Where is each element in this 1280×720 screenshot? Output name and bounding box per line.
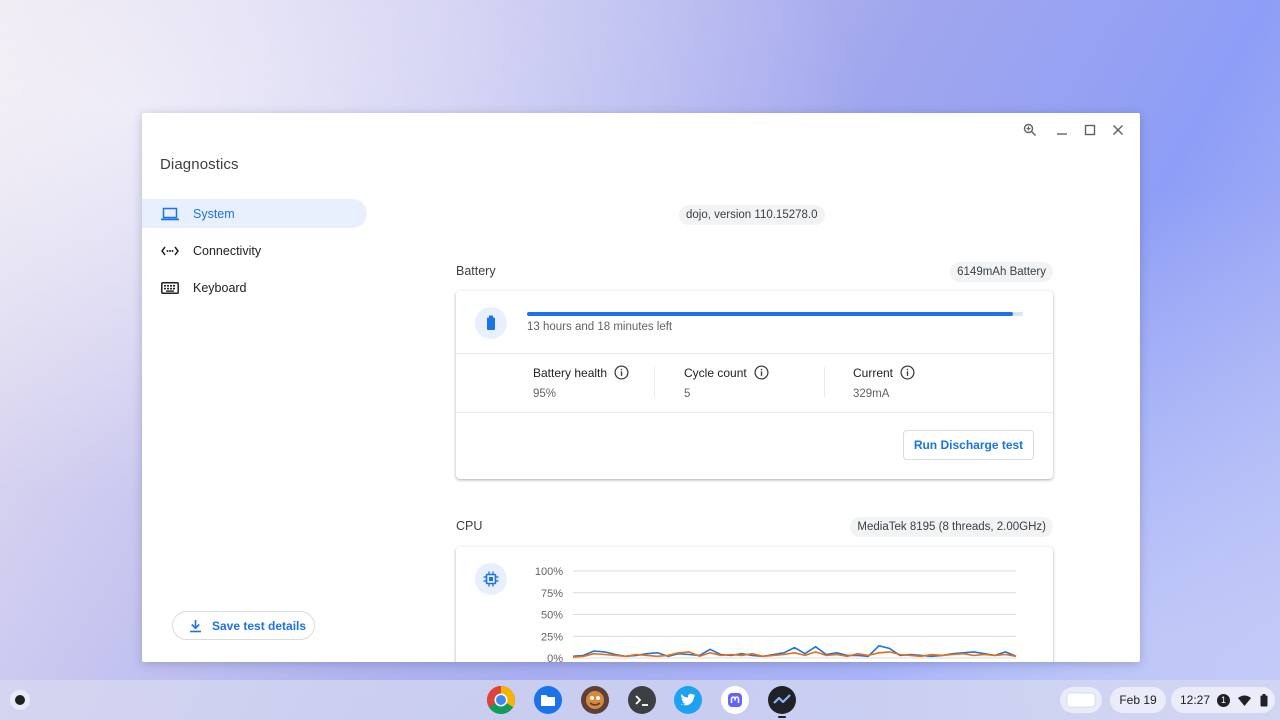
mastodon-icon[interactable] bbox=[720, 685, 750, 715]
save-button-label: Save test details bbox=[212, 618, 307, 633]
twitter-icon[interactable] bbox=[673, 685, 703, 715]
files-icon[interactable] bbox=[533, 685, 563, 715]
battery-icon bbox=[475, 307, 507, 339]
version-badge: dojo, version 110.15278.0 bbox=[679, 205, 825, 225]
status-area[interactable]: 12:27 1 bbox=[1171, 687, 1275, 713]
download-icon bbox=[190, 619, 201, 632]
battery-section-title: Battery bbox=[456, 264, 496, 278]
battery-time-left: 13 hours and 18 minutes left bbox=[527, 321, 673, 333]
close-icon[interactable] bbox=[1104, 117, 1132, 143]
cycle-count-stat: Cycle count 5 bbox=[684, 365, 769, 400]
date-tray[interactable]: Feb 19 bbox=[1110, 687, 1166, 713]
terminal-icon[interactable] bbox=[627, 685, 657, 715]
divider bbox=[654, 367, 655, 397]
keyboard-icon bbox=[161, 279, 179, 297]
app-icon[interactable] bbox=[580, 685, 610, 715]
sidebar-item-label: Keyboard bbox=[193, 280, 247, 295]
battery-health-stat: Battery health 95% bbox=[533, 365, 629, 400]
app-title: Diagnostics bbox=[160, 156, 239, 173]
y-tick-label: 50% bbox=[541, 610, 563, 622]
save-test-details-button[interactable]: Save test details bbox=[172, 611, 315, 640]
holding-space-button[interactable] bbox=[1060, 687, 1102, 713]
cpu-card: 100% 75% 50% 25% 0% bbox=[456, 547, 1053, 662]
zoom-icon[interactable] bbox=[1016, 117, 1044, 143]
wifi-icon bbox=[1238, 695, 1252, 706]
stat-value: 329mA bbox=[853, 388, 890, 400]
y-tick-label: 75% bbox=[541, 588, 563, 600]
sidebar-item-keyboard[interactable]: Keyboard bbox=[142, 273, 367, 302]
maximize-icon[interactable] bbox=[1076, 117, 1104, 143]
stat-label: Cycle count bbox=[684, 365, 747, 380]
divider bbox=[824, 367, 825, 397]
y-tick-label: 0% bbox=[547, 653, 563, 662]
battery-progress-bar bbox=[527, 312, 1023, 316]
battery-status-icon bbox=[1260, 693, 1268, 706]
current-stat: Current 329mA bbox=[853, 365, 915, 400]
run-discharge-test-button[interactable]: Run Discharge test bbox=[903, 430, 1034, 460]
stat-label: Battery health bbox=[533, 365, 608, 380]
window-controls bbox=[1016, 117, 1132, 143]
date-label: Feb 19 bbox=[1119, 693, 1157, 707]
battery-card: 13 hours and 18 minutes left Battery hea… bbox=[456, 291, 1053, 479]
laptop-icon bbox=[161, 205, 179, 223]
holding-space-icon bbox=[1066, 692, 1096, 708]
notification-badge: 1 bbox=[1217, 693, 1231, 707]
diagnostics-window: Diagnostics System Connectivity Keyboard… bbox=[142, 113, 1140, 662]
stat-label: Current bbox=[853, 365, 894, 380]
time-label: 12:27 bbox=[1180, 693, 1211, 707]
notification-count: 1 bbox=[1221, 695, 1227, 705]
cpu-series-line-1 bbox=[572, 651, 1017, 658]
sidebar-item-label: Connectivity bbox=[193, 243, 262, 258]
sidebar-item-system[interactable]: System bbox=[142, 199, 367, 228]
sidebar-item-connectivity[interactable]: Connectivity bbox=[142, 236, 367, 265]
cpu-usage-chart: 100% 75% 50% 25% 0% bbox=[535, 566, 1017, 662]
info-icon[interactable] bbox=[754, 365, 769, 380]
cpu-section-title: CPU bbox=[456, 519, 483, 533]
battery-progress-fill bbox=[527, 312, 1014, 316]
y-tick-label: 25% bbox=[541, 631, 563, 643]
divider bbox=[456, 353, 1053, 354]
chrome-icon[interactable] bbox=[486, 685, 516, 715]
launcher-button[interactable] bbox=[8, 688, 32, 712]
connectivity-icon bbox=[161, 242, 179, 260]
stat-value: 5 bbox=[684, 388, 691, 400]
info-icon[interactable] bbox=[900, 365, 915, 380]
stat-value: 95% bbox=[533, 388, 557, 400]
info-icon[interactable] bbox=[614, 365, 629, 380]
y-tick-label: 100% bbox=[535, 566, 563, 578]
cpu-info-badge: MediaTek 8195 (8 threads, 2.00GHz) bbox=[850, 517, 1053, 537]
sidebar-nav: System Connectivity Keyboard bbox=[142, 199, 368, 310]
minimize-icon[interactable] bbox=[1048, 117, 1076, 143]
diagnostics-icon[interactable] bbox=[767, 685, 797, 715]
battery-capacity-badge: 6149mAh Battery bbox=[950, 262, 1053, 282]
divider bbox=[456, 412, 1053, 413]
sidebar-item-label: System bbox=[193, 206, 235, 221]
running-indicator bbox=[778, 716, 786, 718]
